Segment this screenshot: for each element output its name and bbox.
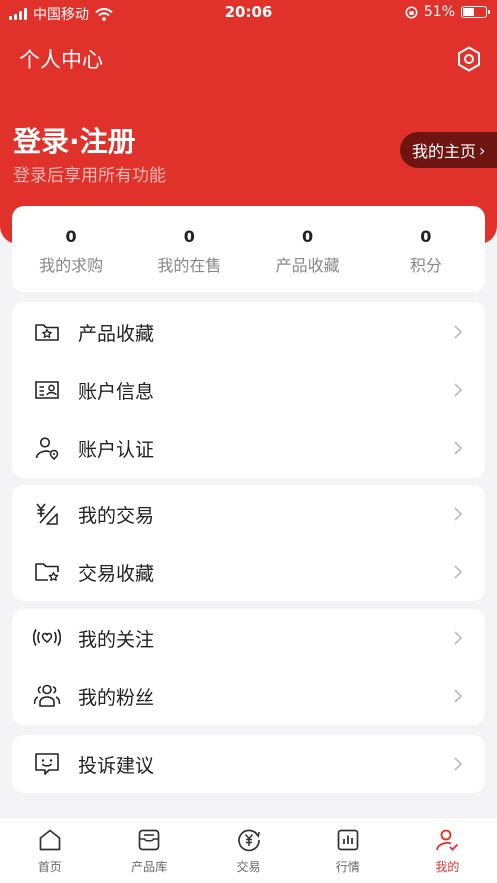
menu-item-label: 交易收藏 [78, 562, 155, 585]
chevron-right-icon: › [479, 140, 486, 160]
menu-item-account-verification[interactable]: 账户认证 [12, 419, 485, 477]
orientation-lock-icon [405, 6, 418, 18]
my-homepage-button[interactable]: 我的主页 › [400, 132, 497, 168]
tab-home[interactable]: 首页 [0, 818, 99, 883]
login-register-link[interactable]: 登录·注册 [13, 120, 136, 160]
tab-label: 首页 [37, 860, 62, 874]
stat-points[interactable]: 0 积分 [367, 206, 485, 292]
product-library-icon [138, 829, 160, 851]
stat-label: 我的求购 [39, 256, 104, 275]
folder-star-icon [35, 563, 59, 581]
login-subtitle: 登录后享用所有功能 [13, 166, 166, 186]
stat-buy-requests[interactable]: 0 我的求购 [12, 206, 130, 292]
folder-star-icon [35, 324, 59, 341]
tab-label: 我的 [435, 860, 460, 874]
menu-item-account-info[interactable]: 账户信息 [12, 361, 485, 419]
chevron-right-icon [454, 757, 463, 771]
stat-product-favorites[interactable]: 0 产品收藏 [249, 206, 367, 292]
bottom-tab-bar: 首页 产品库 交易 行情 我的 [0, 817, 497, 883]
menu-item-my-fans[interactable]: 我的粉丝 [12, 667, 485, 725]
menu-item-label: 账户认证 [78, 438, 155, 461]
menu-item-product-favorites[interactable]: 产品收藏 [12, 303, 485, 361]
heart-signal-icon [33, 629, 61, 646]
tab-label: 产品库 [131, 860, 168, 874]
chevron-right-icon [454, 325, 463, 339]
stat-label: 积分 [409, 256, 442, 275]
menu-item-complaints-suggestions[interactable]: 投诉建议 [12, 735, 485, 793]
stat-on-sale[interactable]: 0 我的在售 [130, 206, 248, 292]
status-right: 51% [405, 4, 490, 20]
profile-icon [436, 829, 459, 851]
tab-label: 行情 [335, 860, 360, 874]
chevron-right-icon [454, 689, 463, 703]
tab-label: 交易 [236, 860, 261, 874]
chevron-right-icon [454, 631, 463, 645]
menu-item-my-follows[interactable]: 我的关注 [12, 609, 485, 667]
battery-icon [461, 6, 490, 18]
chevron-right-icon [454, 565, 463, 579]
page-title: 个人中心 [19, 48, 103, 72]
battery-level [463, 8, 475, 16]
status-bar: 中国移动 20:06 51% [0, 0, 497, 26]
tab-product-library[interactable]: 产品库 [99, 818, 198, 883]
id-card-icon [35, 381, 59, 399]
menu-item-label: 投诉建议 [78, 754, 155, 777]
menu-group-trade: 我的交易 交易收藏 [12, 485, 485, 601]
settings-icon[interactable] [455, 45, 483, 73]
trade-icon [237, 829, 260, 852]
stat-label: 我的在售 [157, 256, 222, 275]
menu-group-feedback: 投诉建议 [12, 735, 485, 793]
stat-value: 0 [183, 227, 195, 246]
tab-trade[interactable]: 交易 [199, 818, 298, 883]
tab-mine[interactable]: 我的 [398, 818, 497, 883]
users-icon [33, 684, 61, 707]
chevron-right-icon [454, 441, 463, 455]
chevron-right-icon [454, 507, 463, 521]
stat-value: 0 [420, 227, 432, 246]
stat-label: 产品收藏 [275, 256, 340, 275]
tab-market[interactable]: 行情 [298, 818, 397, 883]
yuan-trade-icon [36, 503, 58, 525]
menu-item-label: 产品收藏 [78, 322, 155, 345]
feedback-icon [35, 753, 59, 775]
stat-value: 0 [65, 227, 77, 246]
menu-item-label: 我的关注 [78, 628, 155, 651]
stats-card: 0 我的求购 0 我的在售 0 产品收藏 0 积分 [12, 206, 485, 292]
stat-value: 0 [302, 227, 314, 246]
menu-group-social: 我的关注 我的粉丝 [12, 609, 485, 725]
menu-item-my-trades[interactable]: 我的交易 [12, 485, 485, 543]
user-verify-icon [35, 437, 59, 460]
battery-percent: 51% [423, 4, 455, 20]
menu-item-label: 我的粉丝 [78, 686, 155, 709]
menu-group-account: 产品收藏 账户信息 账户认证 [12, 302, 485, 478]
market-chart-icon [337, 829, 359, 851]
homepage-label: 我的主页 [412, 142, 477, 161]
chevron-right-icon [454, 383, 463, 397]
menu-item-label: 账户信息 [78, 380, 155, 403]
menu-item-label: 我的交易 [78, 504, 155, 527]
home-icon [39, 829, 61, 851]
menu-item-trade-favorites[interactable]: 交易收藏 [12, 543, 485, 601]
